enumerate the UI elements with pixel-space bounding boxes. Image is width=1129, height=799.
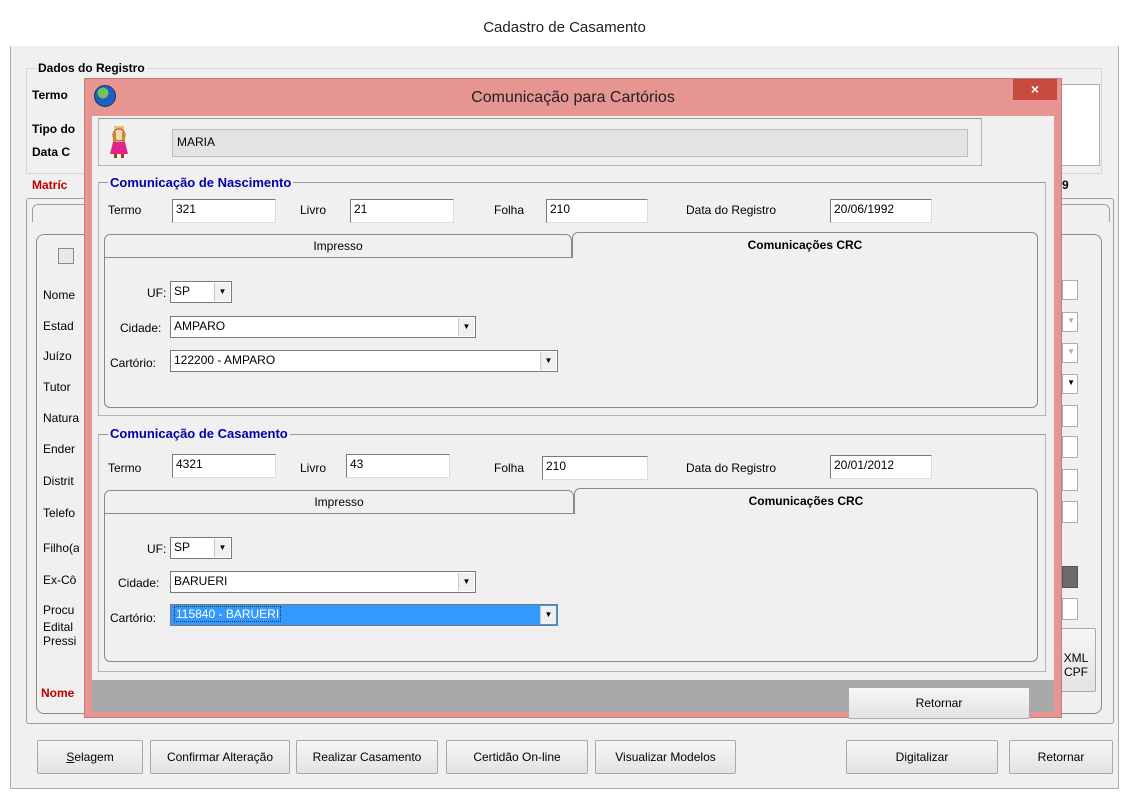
- telefone-field-edge[interactable]: [1062, 501, 1078, 523]
- main-window-title: Cadastro de Casamento: [10, 10, 1119, 46]
- distrito-field-edge[interactable]: [1062, 469, 1078, 491]
- estado-combo-edge[interactable]: ▼: [1062, 312, 1078, 332]
- nasc-tab-impresso[interactable]: Impresso: [104, 234, 572, 258]
- cas-folha-field[interactable]: 210: [542, 456, 648, 480]
- chevron-down-icon: ▼: [1067, 347, 1075, 356]
- cas-uf-select[interactable]: SP ▼: [170, 537, 232, 559]
- digitalizar-button[interactable]: Digitalizar: [846, 740, 998, 774]
- side-label-distrito: Distrit: [43, 474, 74, 488]
- cas-uf-label: UF:: [147, 542, 167, 556]
- nasc-cartorio-select[interactable]: 122200 - AMPARO ▼: [170, 350, 558, 372]
- chevron-down-icon: ▼: [458, 573, 474, 591]
- selagem-button[interactable]: Selagem: [37, 740, 143, 774]
- girl-icon: [110, 126, 128, 158]
- dialog-retornar-button[interactable]: Retornar: [848, 687, 1030, 719]
- registro-text-area: [1060, 84, 1100, 166]
- side-label-naturalidade: Natura: [43, 411, 79, 425]
- side-label-pressi: Pressi: [43, 634, 77, 648]
- data-label: Data C: [32, 145, 71, 159]
- side-label-telefone: Telefo: [43, 506, 76, 520]
- ex-conjuge-field-edge: [1062, 566, 1078, 588]
- chevron-down-icon: ▼: [214, 539, 230, 557]
- side-label-estado: Estad: [43, 319, 74, 333]
- cas-uf-value: SP: [174, 540, 191, 554]
- cas-tab-crc[interactable]: Comunicações CRC: [574, 488, 1038, 514]
- registro-legend: Dados do Registro: [36, 61, 147, 75]
- cas-termo-field[interactable]: 4321: [172, 454, 276, 478]
- certidao-online-button[interactable]: Certidão On-line: [446, 740, 588, 774]
- selagem-rest: elagem: [74, 750, 114, 764]
- nasc-folha-label: Folha: [494, 203, 525, 217]
- form-icon: [58, 248, 74, 264]
- nasc-cidade-value: AMPARO: [174, 319, 226, 333]
- side-label-filhos: Filho(a: [43, 541, 79, 555]
- side-label-ex-conjuge: Ex-Cô: [43, 573, 77, 587]
- cas-cidade-label: Cidade:: [118, 576, 160, 590]
- matricula-suffix: 9: [1062, 178, 1069, 192]
- cpf-button-line: CPF: [1064, 665, 1088, 679]
- tipo-label: Tipo do: [32, 122, 76, 136]
- tutor-combo-edge[interactable]: ▼: [1062, 374, 1078, 394]
- casamento-legend: Comunicação de Casamento: [108, 426, 290, 441]
- chevron-down-icon: ▼: [1067, 316, 1075, 325]
- juizo-combo-edge[interactable]: ▼: [1062, 343, 1078, 363]
- cas-cartorio-label: Cartório:: [110, 611, 157, 625]
- matricula-label: Matríc: [32, 178, 68, 192]
- cas-folha-label: Folha: [494, 461, 525, 475]
- cas-cartorio-value: 115840 - BARUERI: [174, 606, 282, 622]
- cas-cidade-value: BARUERI: [174, 574, 228, 588]
- side-label-procurador: Procu: [43, 603, 75, 617]
- nasc-cidade-label: Cidade:: [120, 321, 162, 335]
- close-button[interactable]: ×: [1013, 79, 1057, 100]
- nascimento-legend: Comunicação de Nascimento: [108, 175, 294, 190]
- nasc-termo-field[interactable]: 321: [172, 199, 276, 223]
- xml-cpf-button[interactable]: XML CPF: [1056, 628, 1096, 692]
- nasc-data-field[interactable]: 20/06/1992: [830, 199, 932, 223]
- confirmar-alteracao-button[interactable]: Confirmar Alteração: [150, 740, 290, 774]
- cas-cidade-select[interactable]: BARUERI ▼: [170, 571, 476, 593]
- side-label-edital: Edital: [43, 620, 74, 634]
- dialog-title: Comunicação para Cartórios: [471, 89, 675, 106]
- main-retornar-button[interactable]: Retornar: [1009, 740, 1113, 774]
- naturalidade-field-edge[interactable]: [1062, 405, 1078, 427]
- endereco-field-edge[interactable]: [1062, 436, 1078, 458]
- cas-tab-impresso[interactable]: Impresso: [104, 490, 574, 514]
- chevron-down-icon: ▼: [214, 283, 230, 301]
- side-label-endereco: Ender: [43, 442, 76, 456]
- side-label-juizo: Juízo: [43, 349, 72, 363]
- nome-bottom-label: Nome: [41, 686, 75, 700]
- chevron-down-icon: ▼: [458, 318, 474, 336]
- chevron-down-icon: ▼: [1067, 378, 1075, 387]
- nasc-cidade-select[interactable]: AMPARO ▼: [170, 316, 476, 338]
- side-label-nome: Nome: [43, 288, 76, 302]
- nasc-livro-label: Livro: [300, 203, 327, 217]
- nasc-livro-field[interactable]: 21: [350, 199, 454, 223]
- realizar-casamento-button[interactable]: Realizar Casamento: [296, 740, 438, 774]
- nasc-cartorio-label: Cartório:: [110, 356, 157, 370]
- visualizar-modelos-button[interactable]: Visualizar Modelos: [595, 740, 736, 774]
- nome-field-edge[interactable]: [1062, 280, 1078, 300]
- chevron-down-icon: ▼: [540, 606, 556, 624]
- termo-label: Termo: [32, 88, 68, 102]
- cas-cartorio-select[interactable]: 115840 - BARUERI ▼: [170, 604, 558, 626]
- nasc-uf-label: UF:: [147, 286, 167, 300]
- nasc-uf-select[interactable]: SP ▼: [170, 281, 232, 303]
- nasc-folha-field[interactable]: 210: [546, 199, 648, 223]
- nasc-cartorio-value: 122200 - AMPARO: [174, 353, 276, 367]
- xml-button-line: XML: [1063, 651, 1089, 665]
- nasc-tab-crc[interactable]: Comunicações CRC: [572, 232, 1038, 258]
- cas-livro-label: Livro: [300, 461, 327, 475]
- side-label-tutor: Tutor: [43, 380, 71, 394]
- chevron-down-icon: ▼: [540, 352, 556, 370]
- procurador-field-edge[interactable]: [1062, 598, 1078, 620]
- cas-data-field[interactable]: 20/01/2012: [830, 455, 932, 479]
- nasc-termo-label: Termo: [108, 203, 142, 217]
- cas-data-label: Data do Registro: [686, 461, 777, 475]
- cas-livro-field[interactable]: 43: [346, 454, 450, 478]
- cas-termo-label: Termo: [108, 461, 142, 475]
- person-name-field: MARIA: [172, 129, 968, 157]
- nasc-uf-value: SP: [174, 284, 191, 298]
- nasc-data-label: Data do Registro: [686, 203, 777, 217]
